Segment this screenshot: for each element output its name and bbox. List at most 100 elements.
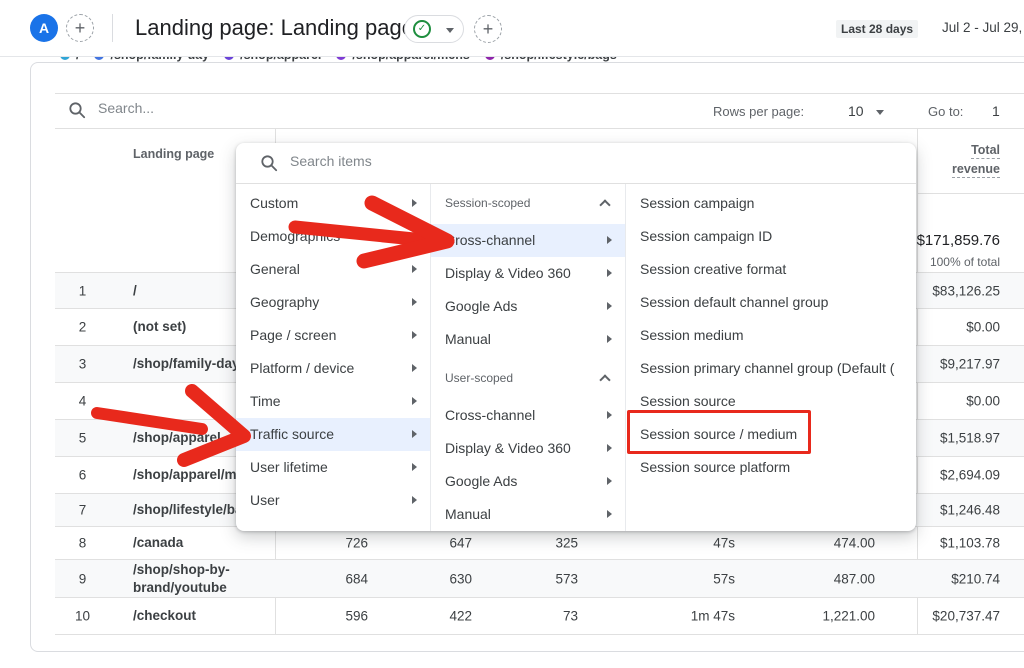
scope-header-session[interactable]: Session-scoped <box>431 187 625 220</box>
report-header: A + Landing page: Landing page ✓ + Last … <box>0 0 1024 57</box>
landing-page-cell: /canada <box>133 534 251 552</box>
landing-page-cell: /shop/apparel/men <box>133 466 251 484</box>
menu-session-manual[interactable]: Manual <box>431 323 625 356</box>
date-range-value[interactable]: Jul 2 - Jul 29, 202 <box>942 20 1024 35</box>
menu-category-page-screen[interactable]: Page / screen <box>236 319 430 352</box>
plus-icon: + <box>75 18 86 38</box>
goto-page-input[interactable]: 1 <box>992 103 1000 119</box>
chevron-up-icon <box>599 199 610 210</box>
toolbar-bottom-divider <box>55 128 1024 129</box>
column-header-total-revenue[interactable]: Total revenue <box>952 141 1000 179</box>
menu-item-label: Session creative format <box>640 261 786 277</box>
menu-dim-session-creative-format[interactable]: Session creative format <box>626 253 916 286</box>
revenue-cell: $0.00 <box>966 394 1000 409</box>
revenue-header-divider <box>917 193 1024 194</box>
submenu-arrow-icon <box>412 265 417 273</box>
menu-dim-session-campaign[interactable]: Session campaign <box>626 187 916 220</box>
avatar[interactable]: A <box>30 14 58 42</box>
menu-item-label: Traffic source <box>250 426 334 442</box>
dimension-status-badge[interactable]: ✓ <box>404 15 464 43</box>
ga4-report-page: / /shop/family-day /shop/apparel /shop/a… <box>0 0 1024 668</box>
metric-cell: 573 <box>498 571 578 586</box>
menu-user-google-ads[interactable]: Google Ads <box>431 465 625 498</box>
add-comparison-button[interactable]: + <box>66 14 94 42</box>
menu-category-user[interactable]: User <box>236 484 430 517</box>
revenue-cell: $1,246.48 <box>940 503 1000 518</box>
add-metric-button[interactable]: + <box>474 15 502 43</box>
menu-category-demographics[interactable]: Demographics <box>236 220 430 253</box>
submenu-arrow-icon <box>412 430 417 438</box>
menu-dim-session-default-channel-group[interactable]: Session default channel group <box>626 286 916 319</box>
table-search-input[interactable] <box>98 100 398 116</box>
check-icon: ✓ <box>413 20 431 38</box>
metric-cell: 474.00 <box>775 536 875 551</box>
submenu-arrow-icon <box>607 236 612 244</box>
chevron-down-icon[interactable] <box>876 110 884 115</box>
menu-item-label: Session campaign ID <box>640 228 772 244</box>
row-index: 10 <box>70 609 95 624</box>
submenu-arrow-icon <box>607 510 612 518</box>
menu-dim-session-source-platform[interactable]: Session source platform <box>626 451 916 484</box>
menu-category-custom[interactable]: Custom <box>236 187 430 220</box>
rows-per-page-label: Rows per page: <box>713 104 804 119</box>
menu-category-geography[interactable]: Geography <box>236 286 430 319</box>
menu-item-label: Session default channel group <box>640 294 828 310</box>
submenu-arrow-icon <box>607 269 612 277</box>
menu-item-label: User <box>250 492 280 508</box>
landing-page-cell: /shop/apparel <box>133 429 251 447</box>
landing-page-cell: /checkout <box>133 607 251 625</box>
scope-header-user[interactable]: User-scoped <box>431 362 625 395</box>
menu-dim-session-medium[interactable]: Session medium <box>626 319 916 352</box>
submenu-arrow-icon <box>607 477 612 485</box>
menu-item-label: Platform / device <box>250 360 354 376</box>
menu-session-cross-channel[interactable]: Cross-channel <box>431 224 625 257</box>
header-line: revenue <box>952 162 1000 178</box>
row-index: 3 <box>70 357 95 372</box>
chevron-up-icon <box>599 374 610 385</box>
menu-category-general[interactable]: General <box>236 253 430 286</box>
menu-item-label: Session source <box>640 393 736 409</box>
submenu-arrow-icon <box>412 397 417 405</box>
menu-dim-session-campaign-id[interactable]: Session campaign ID <box>626 220 916 253</box>
revenue-cell: $9,217.97 <box>940 357 1000 372</box>
menu-category-traffic-source[interactable]: Traffic source <box>236 418 430 451</box>
menu-category-platform-device[interactable]: Platform / device <box>236 352 430 385</box>
metric-cell: 596 <box>288 609 368 624</box>
date-range-label: Last 28 days <box>836 20 918 38</box>
search-icon <box>260 154 278 172</box>
metric-cell: 422 <box>392 609 472 624</box>
row-index: 6 <box>70 468 95 483</box>
menu-item-label: Display & Video 360 <box>445 265 571 281</box>
menu-category-user-lifetime[interactable]: User lifetime <box>236 451 430 484</box>
row-index: 9 <box>70 571 95 586</box>
chevron-down-icon <box>446 28 454 33</box>
rows-per-page-select[interactable]: 10 <box>848 103 864 119</box>
menu-dim-session-primary-channel-group[interactable]: Session primary channel group (Default ( <box>626 352 916 385</box>
menu-item-label: Display & Video 360 <box>445 440 571 456</box>
submenu-arrow-icon <box>607 444 612 452</box>
dimension-picker-menu: Custom Demographics General Geography Pa… <box>236 143 916 531</box>
submenu-arrow-icon <box>412 199 417 207</box>
landing-page-cell: (not set) <box>133 318 251 336</box>
menu-user-manual[interactable]: Manual <box>431 498 625 531</box>
menu-category-time[interactable]: Time <box>236 385 430 418</box>
column-header-landing-page[interactable]: Landing page <box>133 147 214 161</box>
menu-user-display-video-360[interactable]: Display & Video 360 <box>431 432 625 465</box>
page-title: Landing page: Landing page <box>135 15 414 41</box>
menu-item-label: Geography <box>250 294 319 310</box>
menu-item-label: Cross-channel <box>445 232 535 248</box>
menu-session-display-video-360[interactable]: Display & Video 360 <box>431 257 625 290</box>
row-index: 2 <box>70 320 95 335</box>
menu-user-cross-channel[interactable]: Cross-channel <box>431 399 625 432</box>
menu-item-label: Google Ads <box>445 473 517 489</box>
menu-search-input[interactable] <box>290 153 690 169</box>
menu-session-google-ads[interactable]: Google Ads <box>431 290 625 323</box>
revenue-cell: $20,737.47 <box>932 609 1000 624</box>
submenu-arrow-icon <box>412 496 417 504</box>
menu-item-label: Session source platform <box>640 459 790 475</box>
metric-cell: 684 <box>288 571 368 586</box>
revenue-cell: $83,126.25 <box>932 283 1000 298</box>
menu-item-label: Page / screen <box>250 327 336 343</box>
menu-item-label: Demographics <box>250 228 340 244</box>
row-index: 4 <box>70 394 95 409</box>
